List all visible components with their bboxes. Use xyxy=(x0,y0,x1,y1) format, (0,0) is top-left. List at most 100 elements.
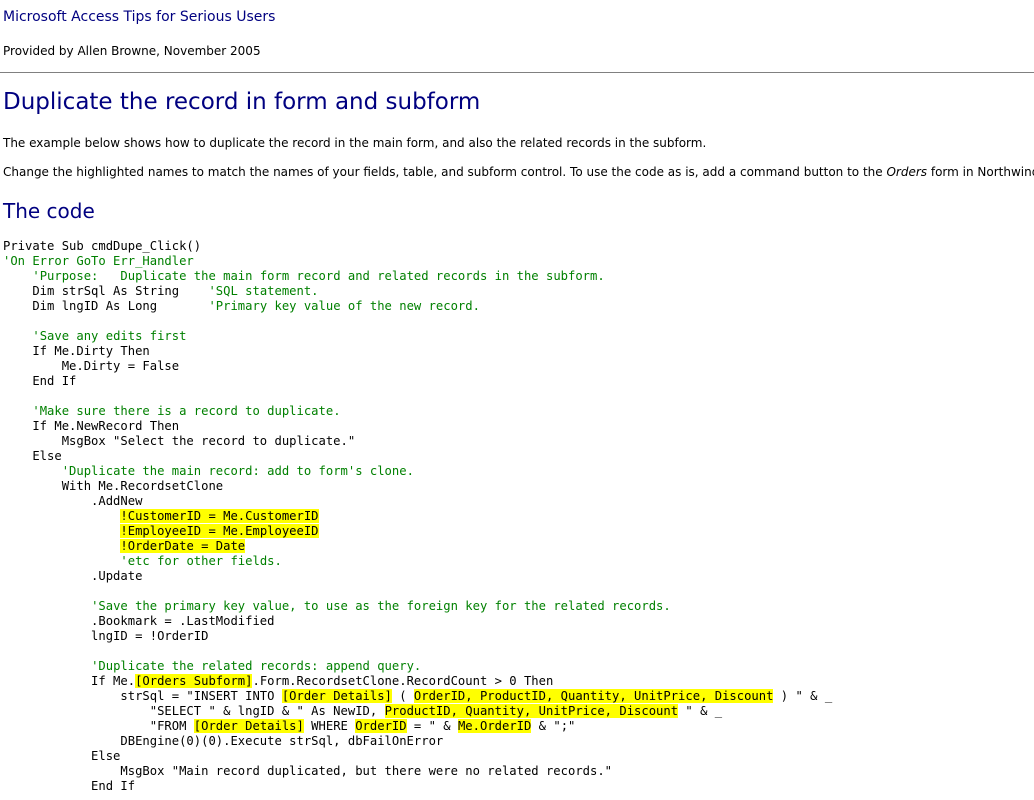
code-line: MsgBox "Select the record to duplicate." xyxy=(3,434,832,449)
code-highlight: [Order Details] xyxy=(281,689,392,703)
code-line: "SELECT " & lngID & " As NewID, ProductI… xyxy=(3,704,832,719)
code-text: = " & xyxy=(406,719,458,733)
code-text: .AddNew xyxy=(3,494,143,508)
code-heading: The code xyxy=(3,199,95,223)
code-text: " & _ xyxy=(678,704,723,718)
code-line: Else xyxy=(3,749,832,764)
code-comment: 'Duplicate the main record: add to form'… xyxy=(61,464,414,478)
code-text: MsgBox "Main record duplicated, but ther… xyxy=(3,764,613,778)
code-text: If Me.Dirty Then xyxy=(3,344,150,358)
code-line: If Me.[Orders Subform].Form.RecordsetClo… xyxy=(3,674,832,689)
code-line: !CustomerID = Me.CustomerID xyxy=(3,509,832,524)
code-line: Else xyxy=(3,449,832,464)
code-line: 'Purpose: Duplicate the main form record… xyxy=(3,269,832,284)
code-line: "FROM [Order Details] WHERE OrderID = " … xyxy=(3,719,832,734)
code-line: .Bookmark = .LastModified xyxy=(3,614,832,629)
code-text: Me.Dirty = False xyxy=(3,359,180,373)
code-comment: 'SQL statement. xyxy=(208,284,319,298)
code-text: If Me.NewRecord Then xyxy=(3,419,180,433)
code-comment: 'Duplicate the related records: append q… xyxy=(91,659,422,673)
byline: Provided by Allen Browne, November 2005 xyxy=(3,44,261,58)
code-text: "FROM xyxy=(3,719,194,733)
code-line: End If xyxy=(3,374,832,389)
code-line: DBEngine(0)(0).Execute strSql, dbFailOnE… xyxy=(3,734,832,749)
code-text: Private Sub cmdDupe_Click() xyxy=(3,239,202,253)
code-block: Private Sub cmdDupe_Click() 'On Error GoT… xyxy=(3,239,832,794)
instructions-text-after: form in Northwind. xyxy=(927,165,1034,179)
site-title: Microsoft Access Tips for Serious Users xyxy=(3,9,276,25)
code-highlight: !CustomerID = Me.CustomerID xyxy=(120,509,319,523)
code-text: strSql = "INSERT INTO xyxy=(3,689,282,703)
code-highlight: OrderID xyxy=(355,719,407,733)
code-highlight: !OrderDate = Date xyxy=(120,539,246,553)
horizontal-rule xyxy=(0,72,1034,73)
code-text: With Me.RecordsetClone xyxy=(3,479,224,493)
code-comment: 'Save any edits first xyxy=(32,329,187,343)
code-text: .Form.RecordsetClone.RecordCount > 0 The… xyxy=(252,674,554,688)
code-comment: 'On Error GoTo Err_Handler xyxy=(3,254,194,268)
code-line: Dim lngID As Long 'Primary key value of … xyxy=(3,299,832,314)
code-line: 'etc for other fields. xyxy=(3,554,832,569)
page-title: Duplicate the record in form and subform xyxy=(3,89,481,115)
code-text: ) " & _ xyxy=(773,689,833,703)
code-text: MsgBox "Select the record to duplicate." xyxy=(3,434,356,448)
code-comment: 'Primary key value of the new record. xyxy=(208,299,480,313)
code-comment: 'Save the primary key value, to use as t… xyxy=(91,599,671,613)
code-text: "SELECT " & lngID & " As NewID, xyxy=(3,704,385,718)
code-line: If Me.Dirty Then xyxy=(3,344,832,359)
code-line: 'Duplicate the related records: append q… xyxy=(3,659,832,674)
code-line: 'Make sure there is a record to duplicat… xyxy=(3,404,832,419)
code-text: End If xyxy=(3,779,136,793)
code-line: .Update xyxy=(3,569,832,584)
code-text: ( xyxy=(391,689,414,703)
code-line: Dim strSql As String 'SQL statement. xyxy=(3,284,832,299)
code-text: End If xyxy=(3,374,77,388)
code-line: 'Save any edits first xyxy=(3,329,832,344)
code-highlight: !EmployeeID = Me.EmployeeID xyxy=(120,524,319,538)
code-line: .AddNew xyxy=(3,494,832,509)
code-text: & ";" xyxy=(531,719,576,733)
code-line: MsgBox "Main record duplicated, but ther… xyxy=(3,764,832,779)
code-line: End If xyxy=(3,779,832,794)
instructions-paragraph: Change the highlighted names to match th… xyxy=(3,165,1034,179)
code-highlight: OrderID, ProductID, Quantity, UnitPrice,… xyxy=(413,689,774,703)
code-comment: 'Make sure there is a record to duplicat… xyxy=(32,404,341,418)
code-line: Private Sub cmdDupe_Click() xyxy=(3,239,832,254)
code-text: Else xyxy=(3,449,62,463)
code-text: DBEngine(0)(0).Execute strSql, dbFailOnE… xyxy=(3,734,444,748)
code-highlight: Me.OrderID xyxy=(457,719,532,733)
code-line: Me.Dirty = False xyxy=(3,359,832,374)
code-line: 'Duplicate the main record: add to form'… xyxy=(3,464,832,479)
code-line: !EmployeeID = Me.EmployeeID xyxy=(3,524,832,539)
code-comment: 'etc for other fields. xyxy=(120,554,282,568)
code-line: !OrderDate = Date xyxy=(3,539,832,554)
code-line: lngID = !OrderID xyxy=(3,629,832,644)
code-highlight: ProductID, Quantity, UnitPrice, Discount xyxy=(384,704,679,718)
code-line: With Me.RecordsetClone xyxy=(3,479,832,494)
code-text: lngID = !OrderID xyxy=(3,629,209,643)
code-line: If Me.NewRecord Then xyxy=(3,419,832,434)
instructions-emphasis: Orders xyxy=(886,165,928,179)
code-line: 'On Error GoTo Err_Handler xyxy=(3,254,832,269)
code-comment: 'Purpose: Duplicate the main form record… xyxy=(32,269,605,283)
code-highlight: [Orders Subform] xyxy=(135,674,253,688)
code-highlight: [Order Details] xyxy=(193,719,304,733)
intro-paragraph: The example below shows how to duplicate… xyxy=(3,136,707,150)
code-text: Dim lngID As Long xyxy=(3,299,209,313)
instructions-text-before: Change the highlighted names to match th… xyxy=(3,165,887,179)
code-text: Dim strSql As String xyxy=(3,284,209,298)
code-text: .Bookmark = .LastModified xyxy=(3,614,275,628)
